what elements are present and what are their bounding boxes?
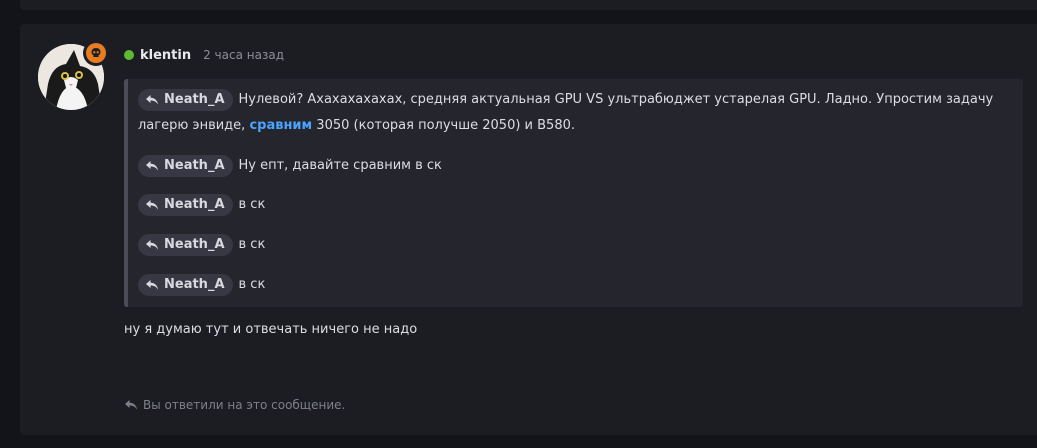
quote-author-name: Neath_A xyxy=(164,236,225,252)
forum-post: klentin 2 часа назад Neath_A Нулевой? Ах… xyxy=(20,24,1037,435)
quote-link[interactable]: сравним xyxy=(249,118,312,133)
quote-block: Neath_A Нулевой? Ахахахахахах, средняя а… xyxy=(124,79,1023,307)
quote-line: Neath_A Нулевой? Ахахахахахах, средняя а… xyxy=(138,87,1008,139)
quote-text: в ск xyxy=(238,237,266,252)
quote-author-chip[interactable]: Neath_A xyxy=(138,88,233,111)
quote-author-name: Neath_A xyxy=(164,157,225,173)
quote-line: Neath_A Ну епт, давайте сравним в ск xyxy=(138,153,1008,179)
reply-arrow-icon xyxy=(146,239,158,249)
quote-text-end: 3050 (которая получше 2050) и B580. xyxy=(312,118,575,133)
online-status-icon xyxy=(124,50,134,60)
quote-author-chip[interactable]: Neath_A xyxy=(138,233,233,256)
quote-text: в ск xyxy=(238,197,266,212)
quote-line: Neath_A в ск xyxy=(138,272,1008,298)
quote-text: в ск xyxy=(238,277,266,292)
quote-line: Neath_A в ск xyxy=(138,232,1008,258)
reply-arrow-icon xyxy=(125,400,137,410)
reply-arrow-icon xyxy=(146,160,158,170)
quote-author-name: Neath_A xyxy=(164,196,225,212)
reply-note-text: Вы ответили на это сообщение. xyxy=(143,398,346,412)
post-header: klentin 2 часа назад xyxy=(124,46,284,64)
quote-text: Ну епт, давайте сравним в ск xyxy=(238,158,442,173)
quote-author-chip[interactable]: Neath_A xyxy=(138,273,233,296)
post-timestamp[interactable]: 2 часа назад xyxy=(203,48,284,62)
skull-icon xyxy=(86,43,106,63)
quote-author-name: Neath_A xyxy=(164,91,225,107)
post-body: ну я думаю тут и отвечать ничего не надо xyxy=(124,322,418,337)
quote-author-chip[interactable]: Neath_A xyxy=(138,193,233,216)
reply-arrow-icon xyxy=(146,199,158,209)
author-name[interactable]: klentin xyxy=(140,48,191,63)
quote-line: Neath_A в ск xyxy=(138,192,1008,218)
reply-arrow-icon xyxy=(146,94,158,104)
reply-arrow-icon xyxy=(146,279,158,289)
quote-author-name: Neath_A xyxy=(164,276,225,292)
quote-author-chip[interactable]: Neath_A xyxy=(138,154,233,177)
reply-note[interactable]: Вы ответили на это сообщение. xyxy=(124,398,345,412)
user-badge[interactable] xyxy=(83,40,109,66)
previous-post-card xyxy=(20,0,1037,10)
